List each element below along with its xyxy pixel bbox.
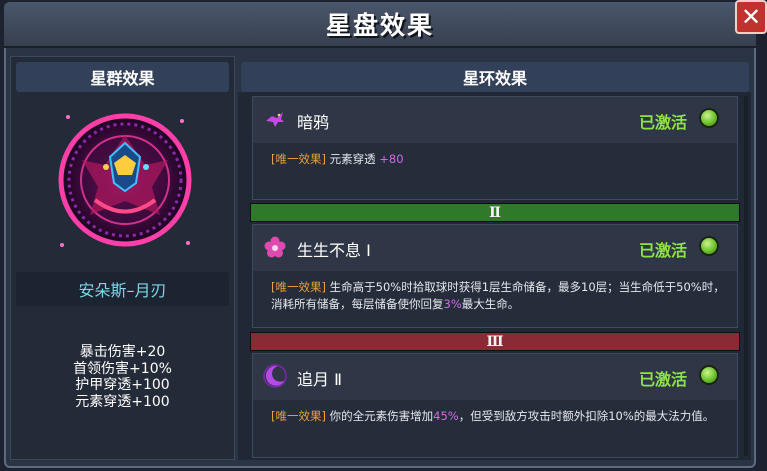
constellation-stats: 暴击伤害+20 首领伤害+10% 护甲穿透+100 元素穿透+100: [16, 344, 229, 410]
status-dot-icon: [699, 236, 719, 256]
constellation-emblem: [58, 113, 192, 247]
effect-card-chasing-moon: 追月 Ⅱ 已激活 [唯一效果] 你的全元素伤害增加45%，但受到敌方攻击时额外扣…: [252, 353, 738, 458]
status-dot-icon: [699, 108, 719, 128]
dialog-title: 星盘效果: [325, 11, 434, 40]
status-dot-icon: [699, 365, 719, 385]
constellation-header: 星群效果: [16, 62, 229, 92]
desc-text: ，但受到敌方攻击时额外扣除10%的最大法力值。: [458, 409, 715, 423]
close-icon[interactable]: ✕: [741, 3, 761, 31]
desc-highlight: 3%: [443, 297, 462, 311]
card-header: 生生不息 Ⅰ 已激活: [253, 225, 737, 271]
effect-card-raven: 暗鸦 已激活 [唯一效果] 元素穿透 +80: [252, 96, 738, 200]
unique-effect-tag: [唯一效果]: [271, 409, 326, 423]
stat-line: 首领伤害+10%: [73, 360, 172, 377]
effect-description: [唯一效果] 元素穿透 +80: [253, 143, 737, 199]
desc-text: 元素穿透: [329, 152, 380, 166]
unique-effect-tag: [唯一效果]: [271, 280, 326, 294]
flower-icon: [264, 236, 286, 258]
desc-text: 最大生命。: [461, 297, 520, 311]
effect-status: 已激活: [638, 370, 687, 389]
crescent-moon-icon: [263, 364, 287, 388]
card-header: 追月 Ⅱ 已激活: [253, 354, 737, 400]
effect-description: [唯一效果] 生命高于50%时拾取球时获得1层生命储备，最多10层；当生命低于5…: [253, 271, 737, 327]
desc-highlight: 45%: [433, 409, 459, 423]
title-bar: 星盘效果: [4, 2, 756, 48]
tier-divider-3: Ⅲ: [250, 332, 740, 351]
effect-name: 追月 Ⅱ: [297, 370, 342, 389]
constellation-name: 安朵斯–月刃: [16, 272, 229, 306]
card-header: 暗鸦 已激活: [253, 97, 737, 143]
stat-line: 暴击伤害+20: [79, 344, 166, 360]
desc-text: 你的全元素伤害增加: [329, 409, 434, 423]
effect-description: [唯一效果] 你的全元素伤害增加45%，但受到敌方攻击时额外扣除10%的最大法力…: [253, 400, 737, 457]
star-ring-header: 星环效果: [241, 62, 749, 92]
stat-line: 护甲穿透+100: [75, 377, 170, 393]
unique-effect-tag: [唯一效果]: [271, 152, 326, 166]
scrollbar[interactable]: [744, 96, 748, 456]
tier-divider-2: Ⅱ: [250, 203, 740, 222]
raven-icon: [266, 112, 284, 127]
effect-name: 暗鸦: [297, 113, 330, 132]
close-button[interactable]: ✕: [735, 0, 767, 34]
effect-name: 生生不息 Ⅰ: [297, 241, 371, 260]
effect-status: 已激活: [638, 241, 687, 260]
effect-status: 已激活: [638, 113, 687, 132]
stat-line: 元素穿透+100: [75, 393, 170, 410]
effect-card-endless-life: 生生不息 Ⅰ 已激活 [唯一效果] 生命高于50%时拾取球时获得1层生命储备，最…: [252, 224, 738, 328]
desc-highlight: +80: [379, 152, 404, 166]
